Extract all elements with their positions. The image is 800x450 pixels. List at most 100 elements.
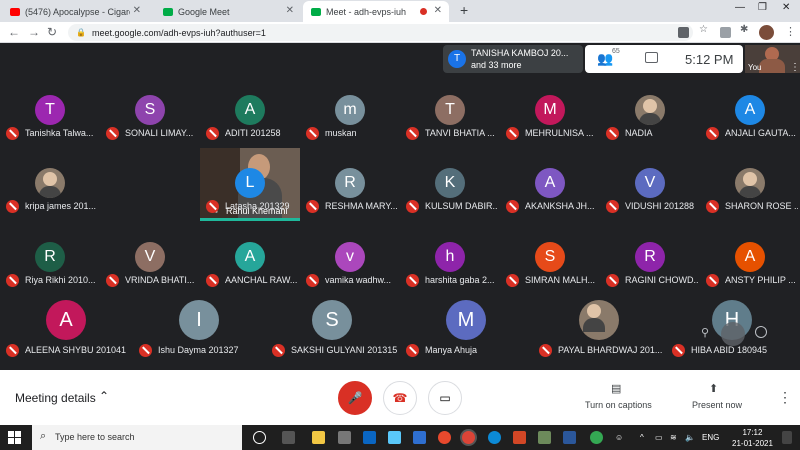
taskbar-search[interactable]: ⌕ Type here to search bbox=[32, 425, 242, 450]
captions-button[interactable]: Turn on captions bbox=[585, 400, 652, 410]
participant-tile[interactable]: M MEHRULNISA ... bbox=[500, 75, 600, 148]
wifi-icon[interactable]: ≋ bbox=[670, 433, 677, 442]
participant-tile[interactable]: S SIMRAN MALH... bbox=[500, 222, 600, 295]
self-more-icon[interactable]: ⋮ bbox=[790, 62, 800, 73]
url-bar[interactable]: 🔒 meet.google.com/adh-evps-iuh?authuser=… bbox=[68, 24, 693, 41]
participant-tile[interactable]: SHARON ROSE ... bbox=[700, 148, 800, 221]
participant-tile[interactable]: A ANJALI GAUTA... bbox=[700, 75, 800, 148]
opera-icon[interactable] bbox=[438, 431, 451, 444]
participant-tile[interactable]: A ANSTY PHILIP ... bbox=[700, 222, 800, 295]
mic-toggle-button[interactable]: 🎤 bbox=[338, 381, 372, 415]
participant-name: VRINDA BHATI... bbox=[125, 275, 195, 285]
close-icon[interactable]: ✕ bbox=[286, 5, 294, 16]
menu-icon[interactable]: ⋮ bbox=[785, 25, 796, 38]
extension-icon[interactable] bbox=[720, 27, 731, 38]
mic-off-icon bbox=[6, 127, 19, 140]
reload-button[interactable]: ↻ bbox=[47, 25, 57, 39]
notification-icon[interactable] bbox=[782, 431, 792, 444]
restore-button[interactable]: ❐ bbox=[758, 2, 767, 13]
store-icon[interactable] bbox=[338, 431, 351, 444]
participant-tile[interactable]: V VRINDA BHATI... bbox=[100, 222, 200, 295]
camera-icon[interactable] bbox=[678, 27, 689, 38]
windows-start-icon[interactable] bbox=[8, 431, 21, 444]
meeting-details-button[interactable]: Meeting details bbox=[15, 391, 96, 405]
camera-toggle-button[interactable]: ▭ bbox=[428, 381, 462, 415]
participant-tile[interactable]: kripa james 201... bbox=[0, 148, 100, 221]
chat-icon[interactable] bbox=[645, 52, 658, 63]
star-icon[interactable]: ☆ bbox=[699, 24, 710, 35]
app-icon[interactable] bbox=[388, 431, 401, 444]
dropbox-icon[interactable] bbox=[363, 431, 376, 444]
participant-tile[interactable]: T Tanishka Talwa... bbox=[0, 75, 100, 148]
presenter-card[interactable]: T TANISHA KAMBOJ 20... and 33 more bbox=[443, 45, 583, 73]
participant-tile[interactable]: h harshita gaba 2... bbox=[400, 222, 500, 295]
close-icon[interactable]: ✕ bbox=[434, 5, 442, 16]
participant-tile[interactable]: S SONALI LIMAY... bbox=[100, 75, 200, 148]
puzzle-icon[interactable]: ✱ bbox=[740, 24, 751, 35]
avatar: A bbox=[735, 95, 765, 125]
forward-button[interactable]: → bbox=[28, 25, 40, 39]
participant-tile[interactable]: K KULSUM DABIR... bbox=[400, 148, 500, 221]
participant-tile[interactable]: PAYAL BHARDWAJ 201... bbox=[533, 295, 666, 368]
taskbar-clock[interactable]: 17:12 21-01-2021 bbox=[732, 427, 773, 449]
present-button[interactable]: Present now bbox=[692, 400, 742, 410]
mic-off-icon bbox=[406, 127, 419, 140]
mic-off-icon bbox=[606, 127, 619, 140]
meeting-clock: 5:12 PM bbox=[685, 52, 734, 67]
word-icon[interactable] bbox=[563, 431, 576, 444]
app-icon[interactable] bbox=[590, 431, 603, 444]
participant-tile[interactable]: A AKANKSHA JH... bbox=[500, 148, 600, 221]
window-close-button[interactable]: ✕ bbox=[782, 2, 790, 13]
mic-off-icon bbox=[306, 274, 319, 287]
cortana-icon[interactable] bbox=[253, 431, 266, 444]
file-explorer-icon[interactable] bbox=[312, 431, 325, 444]
task-view-icon[interactable] bbox=[282, 431, 295, 444]
tab-meet-active[interactable]: Meet - adh-evps-iuh ✕ bbox=[303, 1, 449, 22]
participant-tile[interactable]: T TANVI BHATIA ... bbox=[400, 75, 500, 148]
volume-icon[interactable]: 🔈 bbox=[685, 433, 695, 442]
edge-icon[interactable] bbox=[488, 431, 501, 444]
people-icon[interactable]: ☺ bbox=[615, 433, 623, 442]
present-icon: ⬆ bbox=[709, 383, 719, 395]
avatar: v bbox=[335, 242, 365, 272]
participant-tile[interactable]: V VIDUSHI 201288 bbox=[600, 148, 700, 221]
participant-tile[interactable]: L Latasha 201329 bbox=[200, 148, 300, 221]
participant-tile[interactable]: R RESHMA MARY... bbox=[300, 148, 400, 221]
participant-tile[interactable]: R Riya Rikhi 2010... bbox=[0, 222, 100, 295]
participant-tile[interactable]: A ADITI 201258 bbox=[200, 75, 300, 148]
new-tab-button[interactable]: + bbox=[460, 2, 468, 18]
participant-tile[interactable]: m muskan bbox=[300, 75, 400, 148]
participant-name: SONALI LIMAY... bbox=[125, 128, 194, 138]
tab-google-meet[interactable]: Google Meet ✕ bbox=[155, 1, 301, 22]
participant-tile[interactable]: NADIA bbox=[600, 75, 700, 148]
chrome-icon[interactable] bbox=[462, 431, 475, 444]
avatar: T bbox=[435, 95, 465, 125]
remove-icon[interactable] bbox=[755, 326, 767, 338]
close-icon[interactable]: ✕ bbox=[133, 5, 141, 16]
participant-tile[interactable]: S SAKSHI GULYANI 201315 bbox=[266, 295, 399, 368]
back-button[interactable]: ← bbox=[8, 25, 20, 39]
participant-tile[interactable]: A ALEENA SHYBU 201041 bbox=[0, 295, 133, 368]
people-icon[interactable]: 👥 bbox=[597, 51, 613, 67]
more-options-icon[interactable]: ⋮ bbox=[778, 389, 792, 406]
participant-name: ANJALI GAUTA... bbox=[725, 128, 796, 138]
participant-tile[interactable]: I Ishu Dayma 201327 bbox=[133, 295, 266, 368]
participant-tile[interactable]: R RAGINI CHOWD... bbox=[600, 222, 700, 295]
participant-tile[interactable]: M Manya Ahuja bbox=[400, 295, 533, 368]
minimize-button[interactable]: — bbox=[735, 2, 745, 13]
tab-youtube[interactable]: (5476) Apocalypse - Cigarettes A ✕ bbox=[2, 1, 148, 22]
participant-tile[interactable]: v vamika wadhw... bbox=[300, 222, 400, 295]
unpin-button[interactable] bbox=[721, 322, 745, 346]
avatar[interactable] bbox=[759, 25, 774, 40]
participant-name: SIMRAN MALH... bbox=[525, 275, 596, 285]
pin-icon[interactable]: ⚲ bbox=[701, 326, 709, 339]
language-indicator[interactable]: ENG bbox=[702, 433, 719, 442]
powerpoint-icon[interactable] bbox=[513, 431, 526, 444]
mail-icon[interactable] bbox=[413, 431, 426, 444]
chevron-up-icon[interactable]: ⌃ bbox=[99, 389, 109, 403]
battery-icon[interactable]: ▭ bbox=[655, 433, 663, 442]
app-icon[interactable] bbox=[538, 431, 551, 444]
participant-tile[interactable]: A AANCHAL RAW... bbox=[200, 222, 300, 295]
chevron-up-icon[interactable]: ^ bbox=[640, 433, 644, 442]
leave-call-button[interactable]: ☎ bbox=[383, 381, 417, 415]
